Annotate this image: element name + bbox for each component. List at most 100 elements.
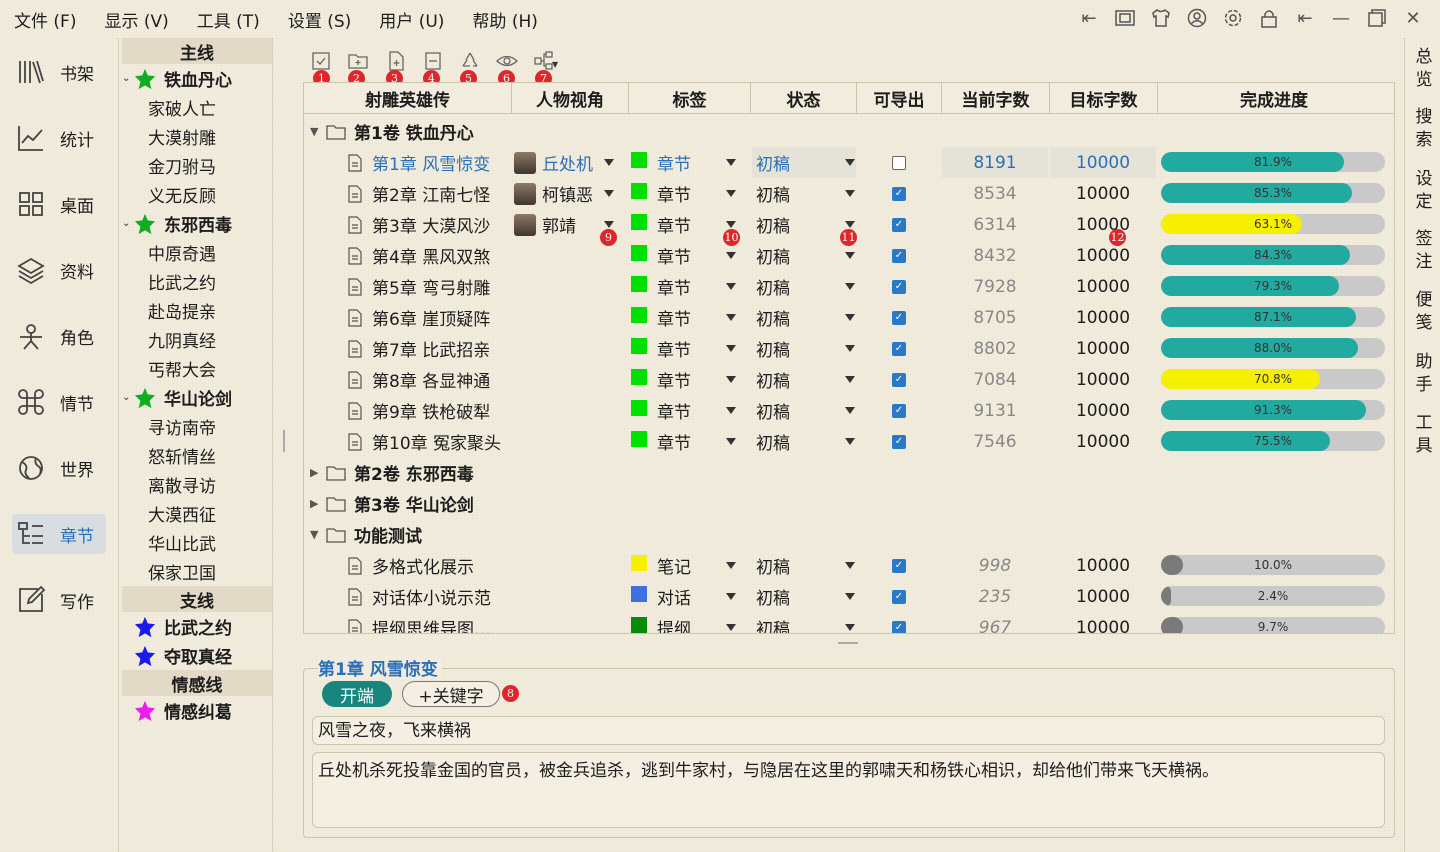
outline-group[interactable]: ⌄ 东邪西毒 xyxy=(120,209,272,238)
export-checkbox[interactable]: ✓ xyxy=(892,372,906,387)
shirt-icon[interactable] xyxy=(1148,5,1174,31)
tag-dropdown-icon[interactable] xyxy=(726,252,736,259)
tag-dropdown-icon[interactable] xyxy=(726,438,736,445)
table-row[interactable]: 第9章 铁枪破犁 章节 初稿 ✓ 9131 10000 91.3% xyxy=(304,395,1394,426)
table-row[interactable]: 多格式化展示 笔记 初稿 ✓ 998 10000 10.0% xyxy=(304,550,1394,581)
status-cell[interactable]: 初稿 xyxy=(752,612,856,633)
export-checkbox[interactable]: ✓ xyxy=(892,248,906,263)
tag-dropdown-icon[interactable] xyxy=(726,376,736,383)
nav-chapters[interactable]: 章节 xyxy=(12,514,106,554)
table-row[interactable]: 第2章 江南七怪 柯镇恶 章节 初稿 ✓ 8534 10000 85.3% xyxy=(304,178,1394,209)
status-cell[interactable]: 初稿 xyxy=(752,395,856,426)
table-row[interactable]: 第7章 比武招亲 章节 初稿 ✓ 8802 10000 88.0% xyxy=(304,333,1394,364)
tag-cell[interactable]: 笔记 xyxy=(631,550,691,581)
expand-down-icon[interactable]: ▼ xyxy=(310,528,326,541)
menu-user[interactable]: 用户 (U) xyxy=(379,7,444,32)
status-dropdown-icon[interactable] xyxy=(845,221,855,228)
rail-overview[interactable]: 总览 xyxy=(1413,46,1435,92)
tag-dropdown-icon[interactable] xyxy=(726,159,736,166)
export-checkbox[interactable]: ✓ xyxy=(892,310,906,325)
menu-tools[interactable]: 工具 (T) xyxy=(197,7,260,32)
rail-settings[interactable]: 设定 xyxy=(1413,168,1435,214)
table-row[interactable]: 第5章 弯弓射雕 章节 初稿 ✓ 7928 10000 79.3% xyxy=(304,271,1394,302)
tag-dropdown-icon[interactable] xyxy=(726,407,736,414)
export-checkbox[interactable]: ✓ xyxy=(892,403,906,418)
maximize-icon[interactable] xyxy=(1364,5,1390,31)
export-checkbox[interactable]: ✓ xyxy=(892,589,906,604)
status-dropdown-icon[interactable] xyxy=(845,438,855,445)
status-dropdown-icon[interactable] xyxy=(845,345,855,352)
export-checkbox[interactable]: ✓ xyxy=(892,217,906,232)
table-row[interactable]: 提纲思维导图… 提纲 初稿 ✓ 967 10000 9.7% xyxy=(304,612,1394,633)
table-row[interactable]: 第6章 崖顶疑阵 章节 初稿 ✓ 8705 10000 87.1% xyxy=(304,302,1394,333)
status-cell[interactable]: 初稿 xyxy=(752,333,856,364)
status-cell[interactable]: 初稿 xyxy=(752,581,856,612)
tag-cell[interactable]: 章节 xyxy=(631,178,691,209)
pov-cell[interactable]: 郭靖 xyxy=(514,209,576,240)
table-row[interactable]: 第10章 冤家聚头 章节 初稿 ✓ 7546 10000 75.5% xyxy=(304,426,1394,457)
outline-item[interactable]: 大漠射雕 xyxy=(120,122,272,151)
col-current[interactable]: 当前字数 xyxy=(942,83,1050,114)
rail-search[interactable]: 搜索 xyxy=(1413,106,1435,152)
outline-item[interactable]: 义无反顾 xyxy=(120,180,272,209)
rail-annotations[interactable]: 签注 xyxy=(1413,228,1435,274)
status-dropdown-icon[interactable] xyxy=(845,376,855,383)
splitter-handle[interactable] xyxy=(838,642,858,644)
status-cell[interactable]: 初稿 xyxy=(752,271,856,302)
export-checkbox[interactable] xyxy=(892,155,906,170)
outline-group[interactable]: ⌄ 铁血丹心 xyxy=(120,64,272,93)
stage-tag[interactable]: 开端 xyxy=(322,681,392,707)
volume-row[interactable]: ▶ 第3卷 华山论剑 xyxy=(304,488,1394,519)
nav-materials[interactable]: 资料 xyxy=(12,250,106,290)
status-cell[interactable]: 初稿 xyxy=(752,178,856,209)
col-target[interactable]: 目标字数 xyxy=(1050,83,1158,114)
status-cell[interactable]: 初稿 xyxy=(752,550,856,581)
nav-stats[interactable]: 统计 xyxy=(12,118,106,158)
layout-icon[interactable] xyxy=(1112,5,1138,31)
outline-group[interactable]: ⌄ 华山论剑 xyxy=(120,383,272,412)
outline-item[interactable]: 家破人亡 xyxy=(120,93,272,122)
menu-file[interactable]: 文件 (F) xyxy=(14,7,76,32)
status-dropdown-icon[interactable] xyxy=(845,407,855,414)
gear-icon[interactable] xyxy=(1220,5,1246,31)
pov-cell[interactable]: 丘处机 xyxy=(514,147,593,178)
menu-help[interactable]: 帮助 (H) xyxy=(472,7,537,32)
status-dropdown-icon[interactable] xyxy=(845,314,855,321)
expand-right-icon[interactable]: ▶ xyxy=(310,497,326,510)
outline-item[interactable]: 九阴真经 xyxy=(120,325,272,354)
volume-row[interactable]: ▶ 第2卷 东邪西毒 xyxy=(304,457,1394,488)
tag-cell[interactable]: 章节 xyxy=(631,364,691,395)
rail-tools[interactable]: 工具 xyxy=(1413,412,1435,458)
content-textarea[interactable]: 丘处机杀死投靠金国的官员，被金兵追杀，逃到牛家村，与隐居在这里的郭啸天和杨铁心相… xyxy=(312,752,1385,828)
tag-cell[interactable]: 章节 xyxy=(631,426,691,457)
col-progress[interactable]: 完成进度 xyxy=(1158,83,1390,114)
outline-item[interactable]: 大漠西征 xyxy=(120,499,272,528)
tag-dropdown-icon[interactable] xyxy=(726,190,736,197)
outline-group[interactable]: 夺取真经 xyxy=(120,641,272,670)
outline-item[interactable]: 怒斩情丝 xyxy=(120,441,272,470)
outline-item[interactable]: 寻访南帝 xyxy=(120,412,272,441)
col-tag[interactable]: 标签 xyxy=(629,83,751,114)
collapse-right-icon[interactable]: ⇤ xyxy=(1292,5,1318,31)
status-dropdown-icon[interactable] xyxy=(845,562,855,569)
account-icon[interactable] xyxy=(1184,5,1210,31)
export-checkbox[interactable]: ✓ xyxy=(892,620,906,633)
tag-dropdown-icon[interactable] xyxy=(726,221,736,228)
pov-dropdown-icon[interactable] xyxy=(604,159,614,166)
tag-cell[interactable]: 章节 xyxy=(631,333,691,364)
tag-cell[interactable]: 提纲 xyxy=(631,612,691,633)
tag-dropdown-icon[interactable] xyxy=(726,593,736,600)
tag-cell[interactable]: 对话 xyxy=(631,581,691,612)
status-cell[interactable]: 初稿 xyxy=(752,147,856,178)
outline-item[interactable]: 比武之约 xyxy=(120,267,272,296)
status-cell[interactable]: 初稿 xyxy=(752,426,856,457)
outline-item[interactable]: 丐帮大会 xyxy=(120,354,272,383)
col-export[interactable]: 可导出 xyxy=(857,83,942,114)
pov-cell[interactable]: 柯镇恶 xyxy=(514,178,593,209)
rail-notes[interactable]: 便笺 xyxy=(1413,289,1435,335)
nav-characters[interactable]: 角色 xyxy=(12,316,106,356)
add-keyword-button[interactable]: +关键字 xyxy=(402,681,500,707)
pov-dropdown-icon[interactable] xyxy=(604,221,614,228)
export-checkbox[interactable]: ✓ xyxy=(892,341,906,356)
export-checkbox[interactable]: ✓ xyxy=(892,558,906,573)
